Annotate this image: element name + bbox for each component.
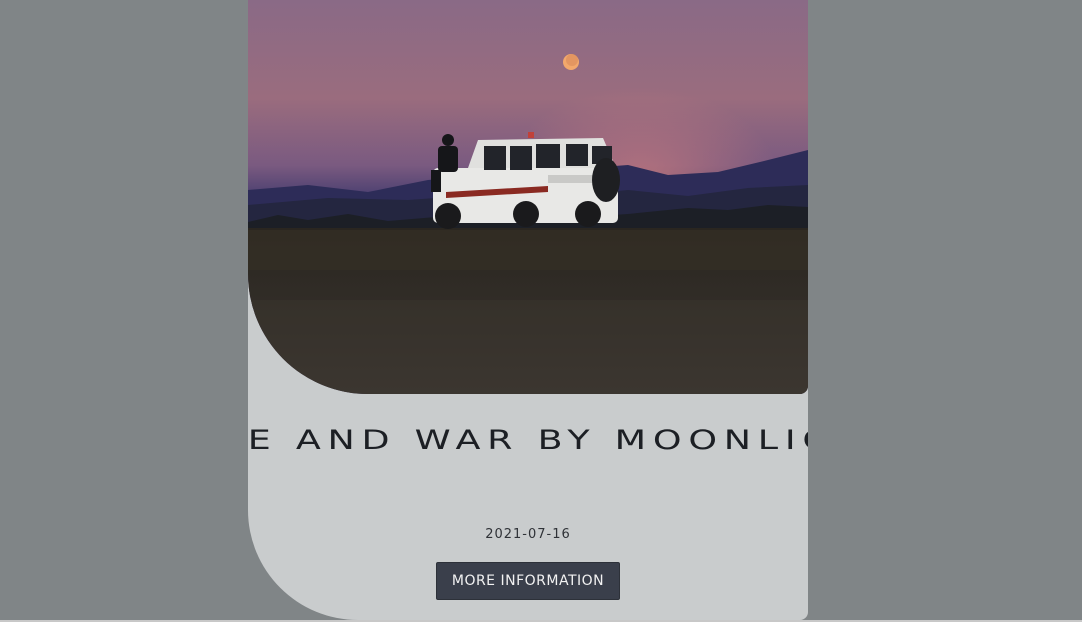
post-card: Love and War by Moonlight 2021-07-16 Mor… (248, 0, 808, 620)
page: Love and War by Moonlight 2021-07-16 Mor… (0, 0, 1082, 622)
post-title: Love and War by Moonlight (248, 425, 808, 456)
post-date: 2021-07-16 (485, 527, 571, 542)
more-information-button[interactable]: More information (436, 562, 620, 600)
post-image (248, 0, 808, 394)
